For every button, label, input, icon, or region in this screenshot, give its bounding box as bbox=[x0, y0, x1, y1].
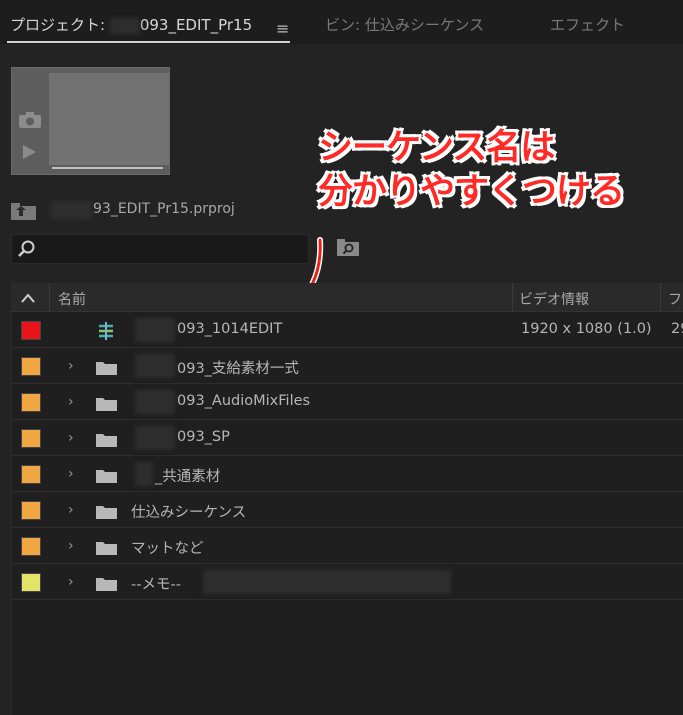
chevron-right-icon[interactable]: › bbox=[68, 358, 74, 374]
tab-bin[interactable]: ビン: 仕込みシーケンス bbox=[325, 14, 484, 35]
label-color-swatch[interactable] bbox=[21, 321, 41, 340]
chevron-right-icon[interactable]: › bbox=[68, 502, 74, 518]
folder-icon bbox=[96, 506, 117, 519]
redacted-prefix bbox=[135, 426, 175, 450]
chevron-right-icon[interactable]: › bbox=[68, 574, 74, 590]
bin-row[interactable]: › 093_AudioMixFiles bbox=[11, 384, 683, 420]
label-color-swatch[interactable] bbox=[21, 393, 41, 412]
redacted-prefix bbox=[135, 318, 175, 342]
item-name: _共通素材 bbox=[155, 469, 221, 485]
column-header-video-info[interactable]: ビデオ情報 bbox=[519, 289, 589, 309]
item-name: 093_SP bbox=[177, 429, 230, 445]
chevron-right-icon[interactable]: › bbox=[68, 538, 74, 554]
find-icon[interactable] bbox=[337, 238, 361, 258]
bin-row[interactable]: › 093_SP bbox=[11, 420, 683, 456]
annotation-callout: シーケンス名は 分かりやすくつける bbox=[318, 126, 625, 214]
folder-icon bbox=[96, 470, 117, 483]
bin-row[interactable]: › _共通素材 bbox=[11, 456, 683, 492]
label-color-swatch[interactable] bbox=[21, 573, 41, 592]
preview-frame bbox=[49, 73, 169, 165]
item-name: 093_支給素材一式 bbox=[177, 361, 299, 377]
item-name: マットなど bbox=[131, 541, 204, 557]
annotation-line-1: シーケンス名は bbox=[318, 128, 555, 168]
column-separator[interactable] bbox=[49, 283, 50, 312]
search-icon bbox=[18, 240, 35, 257]
preview-scrubber[interactable] bbox=[52, 167, 163, 169]
redacted-prefix bbox=[135, 390, 175, 414]
sequence-icon bbox=[99, 322, 113, 340]
folder-icon bbox=[96, 578, 117, 591]
folder-icon bbox=[96, 542, 117, 555]
item-name: 093_AudioMixFiles bbox=[177, 393, 311, 409]
project-file-icon bbox=[11, 203, 36, 220]
chevron-up-icon[interactable] bbox=[20, 292, 36, 304]
item-name: 仕込みシーケンス bbox=[131, 505, 247, 521]
tab-effects[interactable]: エフェクト bbox=[550, 14, 625, 35]
folder-icon bbox=[96, 434, 117, 447]
folder-icon bbox=[96, 362, 117, 375]
chevron-right-icon[interactable]: › bbox=[68, 466, 74, 482]
tab-project-name: 093_EDIT_Pr15 bbox=[139, 16, 253, 34]
label-color-swatch[interactable] bbox=[21, 501, 41, 520]
column-separator[interactable] bbox=[660, 283, 661, 312]
bin-row[interactable]: › 仕込みシーケンス bbox=[11, 492, 683, 528]
redacted-prefix bbox=[50, 201, 92, 219]
item-name: 093_1014EDIT bbox=[177, 321, 283, 337]
chevron-right-icon[interactable]: › bbox=[68, 394, 74, 410]
item-name: --メモ-- bbox=[131, 577, 181, 593]
tab-project-label: プロジェクト: bbox=[10, 16, 110, 34]
column-separator[interactable] bbox=[512, 283, 513, 312]
tab-project[interactable]: プロジェクト: 093_EDIT_Pr15 bbox=[10, 14, 252, 35]
bin-row[interactable]: › 093_支給素材一式 bbox=[11, 348, 683, 384]
bin-row[interactable]: › マットなど bbox=[11, 528, 683, 564]
tab-bar: プロジェクト: 093_EDIT_Pr15 ≡ ビン: 仕込みシーケンス エフェ… bbox=[0, 0, 683, 44]
redacted-note bbox=[203, 570, 451, 594]
bin-row[interactable]: › --メモ-- bbox=[11, 564, 683, 600]
label-color-swatch[interactable] bbox=[21, 429, 41, 448]
active-tab-indicator bbox=[7, 41, 290, 43]
label-color-swatch[interactable] bbox=[21, 465, 41, 484]
item-frame-rate: 29 bbox=[671, 321, 683, 337]
folder-icon bbox=[96, 398, 117, 411]
chevron-right-icon[interactable]: › bbox=[68, 430, 74, 446]
annotation-line-2: 分かりやすくつける bbox=[318, 172, 625, 212]
item-video-info: 1920 x 1080 (1.0) bbox=[521, 321, 652, 337]
label-color-swatch[interactable] bbox=[21, 357, 41, 376]
project-filename: 93_EDIT_Pr15.prproj bbox=[93, 201, 235, 217]
play-icon[interactable] bbox=[22, 145, 36, 159]
hamburger-icon[interactable]: ≡ bbox=[276, 19, 289, 38]
sequence-row[interactable]: 093_1014EDIT 1920 x 1080 (1.0) 29 bbox=[11, 312, 683, 348]
redacted-prefix bbox=[135, 354, 175, 378]
column-header-frame[interactable]: フ bbox=[668, 289, 682, 309]
search-input[interactable] bbox=[11, 234, 309, 264]
column-header-name[interactable]: 名前 bbox=[58, 289, 86, 309]
redacted-prefix bbox=[135, 462, 153, 486]
label-color-swatch[interactable] bbox=[21, 537, 41, 556]
camera-icon[interactable] bbox=[19, 112, 41, 128]
